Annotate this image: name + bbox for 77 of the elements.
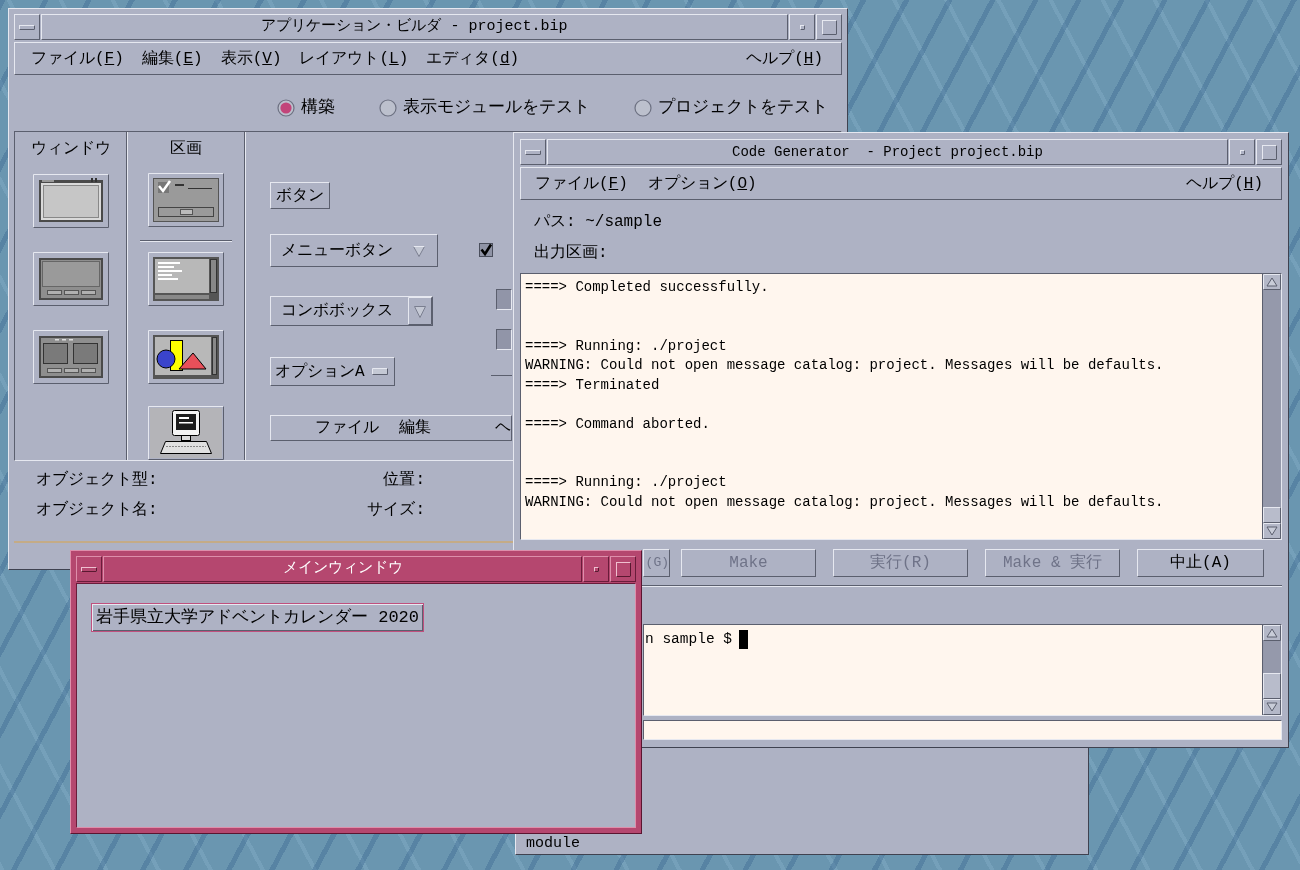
menu-item[interactable]: オプション(O) (647, 173, 757, 194)
window-menu-icon (19, 24, 35, 30)
log-line: ====> Completed successfully. (525, 278, 770, 297)
column-header: ウィンドウ (30, 139, 111, 160)
command-input-field[interactable] (643, 720, 1282, 740)
checkbox-pane-icon[interactable] (147, 173, 224, 227)
maximize-button[interactable] (610, 556, 636, 582)
window-title: メインウィンドウ (103, 556, 582, 582)
scrollbar[interactable] (1262, 274, 1281, 539)
shapes-pane-icon[interactable] (147, 330, 224, 384)
module-label: module (525, 836, 580, 852)
log-line: ====> Running: ./project (525, 473, 728, 492)
field-label: オブジェクト名: (36, 500, 159, 520)
log-line: WARNING: Could not open message catalog: project. Messages will be defaults. (525, 492, 1165, 512)
text-button[interactable]: 岩手県立大学アドベントカレンダー 2020 (91, 603, 424, 632)
option-indicator-icon (371, 368, 388, 375)
menu-item[interactable]: ファイル(F) (535, 173, 628, 194)
help-menu[interactable]: ヘルプ(H) (746, 48, 823, 69)
menu-label: ヘ (495, 418, 511, 438)
maximize-icon (615, 561, 631, 577)
log-line: ====> Command aborted. (525, 414, 711, 434)
option-menu-widget[interactable]: オプションA (270, 357, 395, 386)
menu-label: ファイル (315, 418, 379, 438)
checkbox[interactable] (479, 243, 493, 257)
menu-item[interactable]: ファイル(F) (31, 48, 124, 69)
column-header: 区画 (169, 139, 202, 160)
maximize-icon (821, 19, 837, 35)
cursor-icon (739, 630, 748, 649)
log-line: WARNING: Could not open message catalog: project. Messages will be defaults. (525, 356, 1165, 375)
menu-item[interactable]: エディタ(d) (426, 48, 520, 69)
log-line: ====> Terminated (525, 375, 661, 395)
help-menu[interactable]: ヘルプ(H) (1186, 173, 1263, 194)
scrollbar[interactable] (1262, 625, 1281, 715)
window-icon[interactable] (32, 174, 109, 228)
radio-option[interactable]: 表示モジュールをテスト (379, 97, 590, 119)
minimize-button[interactable] (583, 556, 609, 582)
scroll-thumb[interactable] (1263, 673, 1281, 699)
dropdown-triangle-icon[interactable] (408, 297, 432, 325)
path-label: パス: ~/sample (533, 212, 663, 233)
window-menu-icon (81, 566, 97, 572)
field-widget[interactable] (496, 329, 512, 350)
window-title: Code Generator - Project project.bip (547, 139, 1228, 165)
text-pane-icon[interactable] (147, 252, 224, 306)
scroll-down-icon[interactable] (1263, 523, 1281, 539)
minimize-icon (1239, 149, 1245, 155)
menu-bar-widget[interactable]: ファイル 編集 ヘ (270, 415, 512, 441)
computer-icon[interactable] (147, 406, 224, 460)
field-widget[interactable] (496, 289, 512, 310)
window-title: アプリケーション・ビルダ - project.bip (41, 14, 788, 40)
menu-item[interactable]: レイアウト(L) (299, 48, 409, 69)
prompt-text: n sample $ (645, 630, 732, 649)
menu-item[interactable]: 表示(V) (220, 48, 282, 69)
menu-item[interactable]: 編集(E) (141, 48, 203, 69)
radio-option[interactable]: プロジェクトをテスト (634, 97, 828, 119)
window-menu-icon (525, 149, 541, 155)
menu-label: 編集 (399, 418, 431, 438)
scroll-up-icon[interactable] (1263, 274, 1281, 290)
palette-button[interactable]: ボタン (270, 182, 330, 209)
two-pane-window-icon[interactable] (32, 330, 109, 384)
radio-option[interactable]: 構築 (277, 97, 335, 119)
log-line: ====> Running: ./project (525, 336, 728, 356)
action-button[interactable]: 中止(A) (1137, 549, 1264, 577)
maximize-icon (1261, 144, 1277, 160)
field-label: 位置: (382, 470, 425, 490)
section-label: 出力区画: (533, 243, 609, 263)
window-with-buttons-icon[interactable] (32, 252, 109, 306)
scroll-thumb[interactable] (1263, 507, 1281, 523)
minimize-icon (799, 24, 805, 30)
window-menu-button[interactable] (76, 556, 102, 582)
field-label: サイズ: (366, 500, 425, 520)
minimize-icon (593, 566, 599, 572)
scroll-up-icon[interactable] (1263, 625, 1281, 641)
menu-button-widget[interactable]: メニューボタン (270, 234, 438, 267)
scroll-down-icon[interactable] (1263, 699, 1281, 715)
combo-box-widget[interactable]: コンボボックス (270, 296, 433, 326)
field-label: オブジェクト型: (36, 470, 159, 490)
terminal-field[interactable]: n sample $ (643, 624, 1282, 716)
